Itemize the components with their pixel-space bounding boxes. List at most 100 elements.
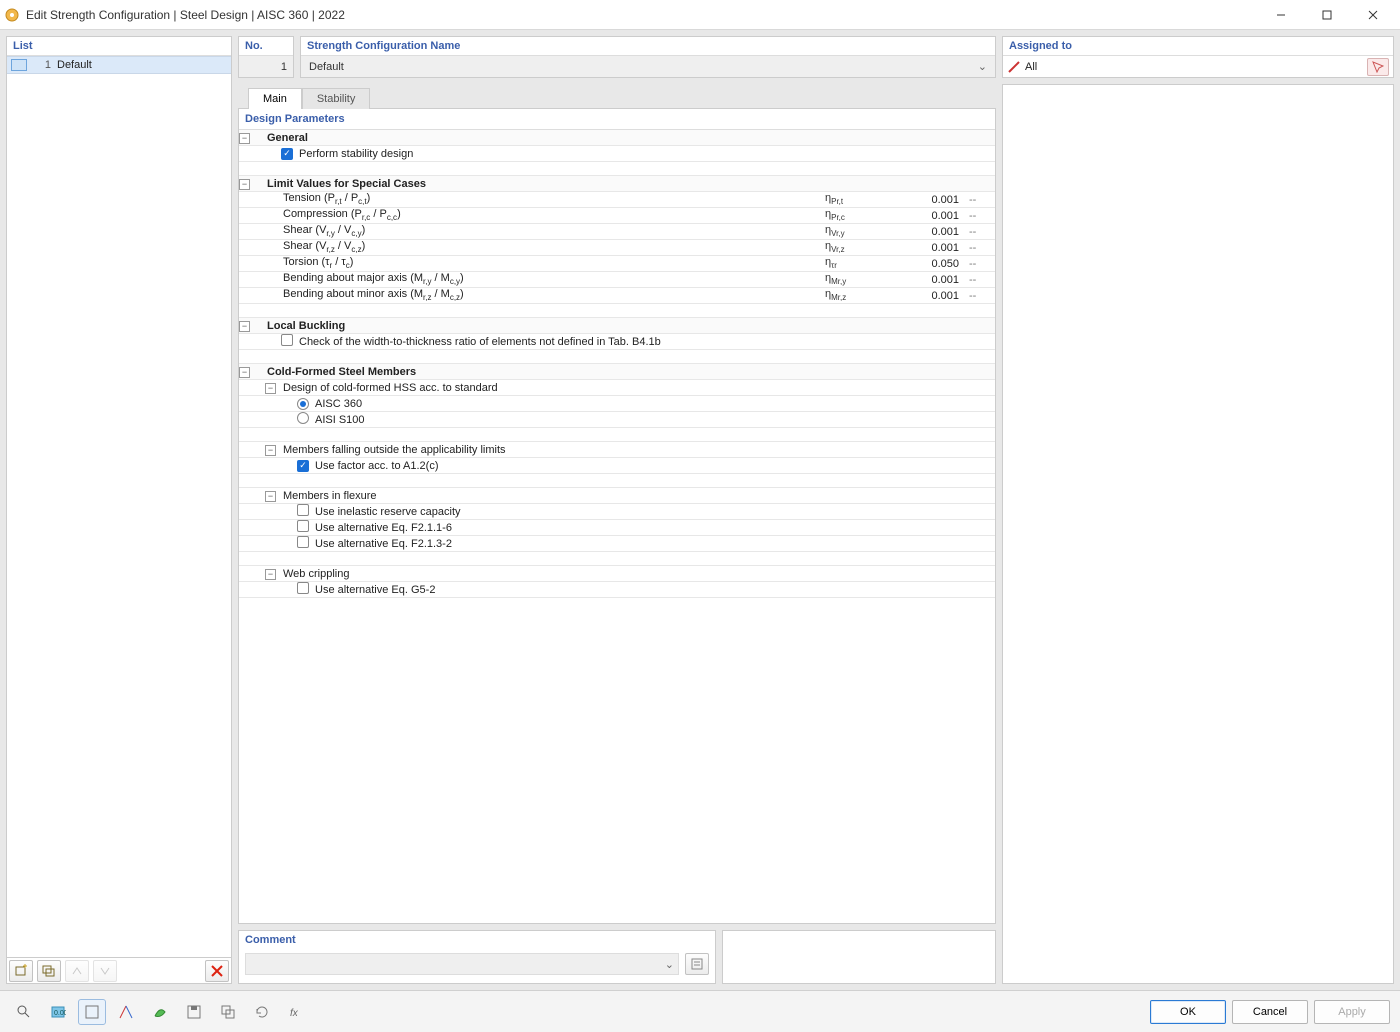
preview-panel bbox=[722, 930, 996, 984]
name-value: Default bbox=[309, 61, 974, 73]
tab-stability[interactable]: Stability bbox=[302, 88, 371, 109]
limit-row-value[interactable]: 0.001 bbox=[895, 290, 965, 302]
limit-row-unit: -- bbox=[965, 290, 995, 302]
limit-row: Bending about minor axis (Mr,z / Mc,z)ηM… bbox=[239, 288, 995, 304]
comment-edit-button[interactable] bbox=[685, 953, 709, 975]
limit-row-name: Tension (Pr,t / Pc,t) bbox=[281, 192, 825, 206]
view1-button[interactable] bbox=[78, 999, 106, 1025]
alt-g52-label: Use alternative Eq. G5-2 bbox=[313, 584, 825, 596]
limit-row-symbol: ηVr,z bbox=[825, 240, 895, 254]
chevron-down-icon: ⌄ bbox=[665, 958, 674, 971]
tool-copy-button[interactable] bbox=[214, 999, 242, 1025]
name-label: Strength Configuration Name bbox=[301, 37, 995, 55]
tab-main[interactable]: Main bbox=[248, 88, 302, 109]
tool-leaf-button[interactable] bbox=[146, 999, 174, 1025]
limit-row-value[interactable]: 0.001 bbox=[895, 274, 965, 286]
width-thickness-label: Check of the width-to-thickness ratio of… bbox=[297, 336, 825, 348]
limit-row-unit: -- bbox=[965, 274, 995, 286]
list-item[interactable]: 1 Default bbox=[7, 56, 231, 74]
expand-icon[interactable]: − bbox=[239, 367, 250, 378]
maximize-button[interactable] bbox=[1304, 0, 1350, 30]
expand-icon[interactable]: − bbox=[265, 491, 276, 502]
no-label: No. bbox=[239, 37, 293, 55]
limit-row-value[interactable]: 0.001 bbox=[895, 194, 965, 206]
alt2-checkbox[interactable] bbox=[297, 536, 309, 548]
limit-row-unit: -- bbox=[965, 258, 995, 270]
close-button[interactable] bbox=[1350, 0, 1396, 30]
footer: 0.00 fx OK Cancel Apply bbox=[0, 990, 1400, 1032]
design-params-grid: − General Perform stability design bbox=[239, 129, 995, 598]
units-button[interactable]: 0.00 bbox=[44, 999, 72, 1025]
list-body: 1 Default bbox=[7, 55, 231, 957]
design-params-title: Design Parameters bbox=[239, 109, 995, 129]
limit-row-symbol: ηVr,y bbox=[825, 224, 895, 238]
width-thickness-checkbox[interactable] bbox=[281, 334, 293, 346]
alt1-label: Use alternative Eq. F2.1.1-6 bbox=[313, 522, 825, 534]
limit-row: Shear (Vr,y / Vc,y)ηVr,y0.001-- bbox=[239, 224, 995, 240]
comment-combo[interactable]: ⌄ bbox=[245, 953, 679, 975]
list-item-label: Default bbox=[57, 59, 92, 71]
new-item-button[interactable] bbox=[9, 960, 33, 982]
assigned-panel: Assigned to All bbox=[1002, 36, 1394, 78]
svg-text:0.00: 0.00 bbox=[54, 1010, 66, 1017]
tool-fx-button[interactable]: fx bbox=[282, 999, 310, 1025]
group-limit-values: Limit Values for Special Cases bbox=[265, 178, 825, 190]
cancel-button[interactable]: Cancel bbox=[1232, 1000, 1308, 1024]
alt-g52-checkbox[interactable] bbox=[297, 582, 309, 594]
assigned-label: Assigned to bbox=[1003, 37, 1393, 55]
sort-desc-button bbox=[93, 960, 117, 982]
aisis100-radio[interactable] bbox=[297, 412, 309, 424]
limit-row-value[interactable]: 0.001 bbox=[895, 226, 965, 238]
group-local-buckling: Local Buckling bbox=[265, 320, 825, 332]
delete-item-button[interactable] bbox=[205, 960, 229, 982]
alt1-checkbox[interactable] bbox=[297, 520, 309, 532]
info-panel bbox=[1002, 84, 1394, 984]
limit-row-name: Shear (Vr,y / Vc,y) bbox=[281, 224, 825, 238]
limit-row-name: Torsion (τr / τc) bbox=[281, 256, 825, 270]
svg-text:fx: fx bbox=[290, 1008, 299, 1019]
limit-row-name: Compression (Pr,c / Pc,c) bbox=[281, 208, 825, 222]
aisis100-label: AISI S100 bbox=[313, 414, 825, 426]
limit-row: Bending about major axis (Mr,y / Mc,y)ηM… bbox=[239, 272, 995, 288]
limit-row-symbol: ηMr,y bbox=[825, 272, 895, 286]
comment-panel: Comment ⌄ bbox=[238, 930, 716, 984]
list-header: List bbox=[7, 37, 231, 55]
minimize-button[interactable] bbox=[1258, 0, 1304, 30]
limit-row-symbol: ηPr,c bbox=[825, 208, 895, 222]
limit-row-name: Shear (Vr,z / Vc,z) bbox=[281, 240, 825, 254]
design-hss-label: Design of cold-formed HSS acc. to standa… bbox=[281, 382, 825, 394]
tool-save-button[interactable] bbox=[180, 999, 208, 1025]
limit-row-unit: -- bbox=[965, 194, 995, 206]
inelastic-checkbox[interactable] bbox=[297, 504, 309, 516]
limit-row-value[interactable]: 0.050 bbox=[895, 258, 965, 270]
expand-icon[interactable]: − bbox=[265, 383, 276, 394]
expand-icon[interactable]: − bbox=[239, 321, 250, 332]
limit-row-value[interactable]: 0.001 bbox=[895, 242, 965, 254]
list-item-swatch bbox=[11, 59, 27, 71]
limit-row: Torsion (τr / τc)ητr0.050-- bbox=[239, 256, 995, 272]
name-combo[interactable]: Default ⌄ bbox=[301, 55, 995, 77]
chevron-down-icon: ⌄ bbox=[974, 60, 991, 73]
group-cold-formed: Cold-Formed Steel Members bbox=[265, 366, 825, 378]
number-panel: No. 1 bbox=[238, 36, 294, 78]
expand-icon[interactable]: − bbox=[239, 133, 250, 144]
view2-button[interactable] bbox=[112, 999, 140, 1025]
expand-icon[interactable]: − bbox=[265, 445, 276, 456]
search-button[interactable] bbox=[10, 999, 38, 1025]
name-panel: Strength Configuration Name Default ⌄ bbox=[300, 36, 996, 78]
aisc360-radio[interactable] bbox=[297, 398, 309, 410]
ok-button[interactable]: OK bbox=[1150, 1000, 1226, 1024]
sort-asc-button bbox=[65, 960, 89, 982]
expand-icon[interactable]: − bbox=[265, 569, 276, 580]
copy-item-button[interactable] bbox=[37, 960, 61, 982]
limit-row-unit: -- bbox=[965, 226, 995, 238]
web-crippling-label: Web crippling bbox=[281, 568, 825, 580]
limit-row-value[interactable]: 0.001 bbox=[895, 210, 965, 222]
tool-refresh-button[interactable] bbox=[248, 999, 276, 1025]
use-factor-checkbox[interactable] bbox=[297, 460, 309, 472]
use-factor-label: Use factor acc. to A1.2(c) bbox=[313, 460, 825, 472]
limit-row-symbol: ηMr,z bbox=[825, 288, 895, 302]
expand-icon[interactable]: − bbox=[239, 179, 250, 190]
pick-members-button[interactable] bbox=[1367, 58, 1389, 76]
perform-stability-checkbox[interactable] bbox=[281, 148, 293, 160]
